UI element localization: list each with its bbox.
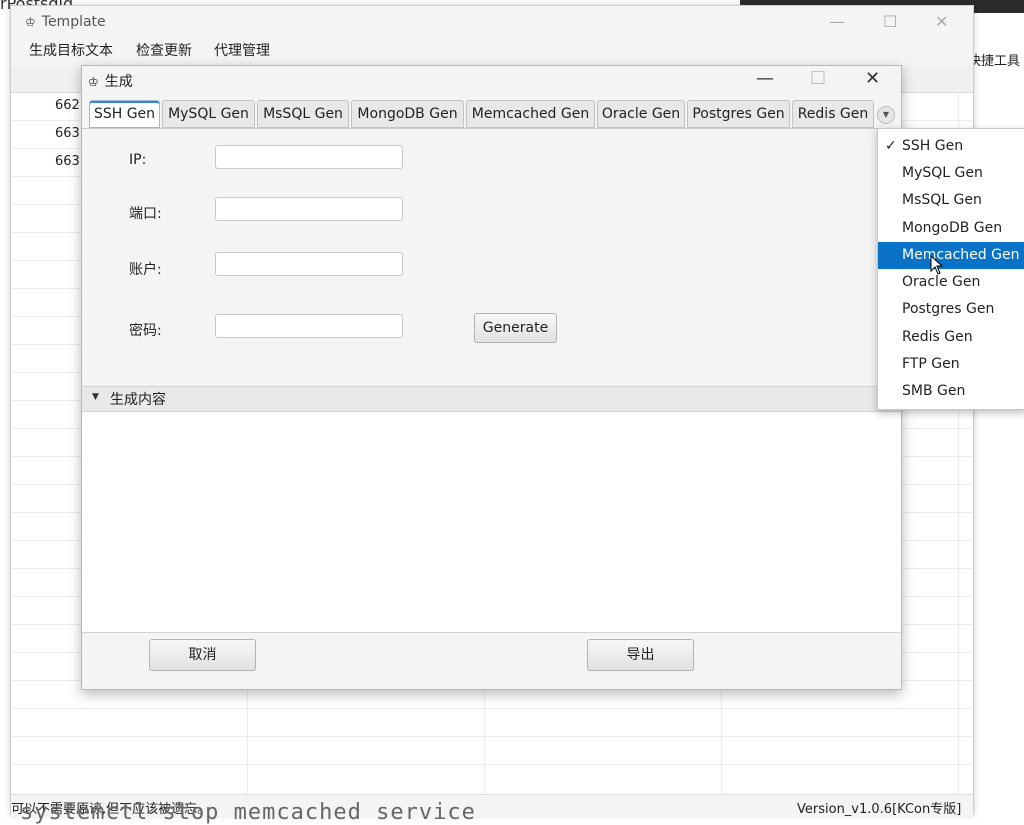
table-row-id[interactable]: 662 xyxy=(55,98,80,113)
output-textarea[interactable] xyxy=(82,412,901,633)
account-label: 账户: xyxy=(129,262,162,278)
app-icon: ♔ xyxy=(25,15,36,29)
output-section-title: 生成内容 xyxy=(110,392,166,408)
template-window-title: ♔ Template xyxy=(25,14,106,30)
dropdown-item-mysql-gen[interactable]: MySQL Gen xyxy=(878,160,1024,187)
row-divider xyxy=(11,708,973,709)
menu-generate-target-text[interactable]: 生成目标文本 xyxy=(29,40,113,60)
password-input[interactable] xyxy=(215,314,403,338)
ip-input[interactable] xyxy=(215,145,403,169)
export-button[interactable]: 导出 xyxy=(587,639,694,671)
dropdown-item-oracle-gen[interactable]: Oracle Gen xyxy=(878,269,1024,296)
generate-button[interactable]: Generate xyxy=(474,313,557,343)
dropdown-item-ftp-gen[interactable]: FTP Gen xyxy=(878,351,1024,378)
version-label: Version_v1.0.6[KCon专版] xyxy=(797,802,962,817)
menu-check-updates[interactable]: 检查更新 xyxy=(136,40,192,60)
tab-redis-gen[interactable]: Redis Gen xyxy=(792,100,874,128)
tab-mongodb-gen[interactable]: MongoDB Gen xyxy=(351,100,464,128)
dialog-title: ♔ 生成 xyxy=(88,71,133,91)
dialog-title-text: 生成 xyxy=(104,74,133,90)
tab-mysql-gen[interactable]: MySQL Gen xyxy=(162,100,255,128)
dropdown-item-memcached-gen[interactable]: Memcached Gen xyxy=(878,242,1024,269)
tab-postgres-gen[interactable]: Postgres Gen xyxy=(687,100,790,128)
table-row-id[interactable]: 663 xyxy=(55,154,80,169)
tab-mssql-gen[interactable]: MsSQL Gen xyxy=(257,100,349,128)
tab-oracle-gen[interactable]: Oracle Gen xyxy=(597,100,685,128)
tab-list-dropdown: ✓ SSH Gen MySQL Gen MsSQL Gen MongoDB Gen… xyxy=(877,128,1024,410)
ip-label: IP: xyxy=(129,152,147,168)
background-shortcut-label: 快捷工具 xyxy=(968,54,1021,69)
generate-dialog: ♔ 生成 — ☐ ✕ SSH Gen MySQL Gen MsSQL Gen Mo… xyxy=(81,65,902,690)
row-divider xyxy=(11,764,973,765)
mouse-cursor-icon xyxy=(930,255,944,275)
account-input[interactable] xyxy=(215,252,403,276)
dropdown-item-label: SSH Gen xyxy=(902,138,964,154)
password-label: 密码: xyxy=(129,323,162,339)
port-input[interactable] xyxy=(215,197,403,221)
dropdown-item-mongodb-gen[interactable]: MongoDB Gen xyxy=(878,215,1024,242)
maximize-button[interactable]: ☐ xyxy=(883,12,897,31)
minimize-button[interactable]: — xyxy=(829,12,845,31)
dropdown-item-ssh-gen[interactable]: ✓ SSH Gen xyxy=(878,133,1024,160)
chevron-down-icon: ▼ xyxy=(882,110,890,119)
dropdown-item-postgres-gen[interactable]: Postgres Gen xyxy=(878,296,1024,323)
row-divider xyxy=(11,736,973,737)
dialog-minimize-button[interactable]: — xyxy=(756,68,774,89)
template-title-text: Template xyxy=(41,14,106,30)
tab-ssh-gen[interactable]: SSH Gen xyxy=(89,100,160,128)
check-icon: ✓ xyxy=(885,138,897,154)
close-button[interactable]: ✕ xyxy=(935,12,948,31)
dropdown-item-mssql-gen[interactable]: MsSQL Gen xyxy=(878,187,1024,214)
dialog-close-button[interactable]: ✕ xyxy=(865,68,880,89)
tab-memcached-gen[interactable]: Memcached Gen xyxy=(466,100,595,128)
dropdown-item-redis-gen[interactable]: Redis Gen xyxy=(878,324,1024,351)
background-terminal-text: systemctl stop memcached service xyxy=(20,800,476,825)
output-section-header[interactable] xyxy=(82,386,901,412)
cancel-button[interactable]: 取消 xyxy=(149,639,256,671)
port-label: 端口: xyxy=(129,206,162,222)
triangle-down-icon: ▼ xyxy=(92,392,99,402)
dialog-maximize-button[interactable]: ☐ xyxy=(810,68,826,89)
tab-overflow-button[interactable]: ▼ xyxy=(877,106,895,124)
menu-proxy-management[interactable]: 代理管理 xyxy=(214,40,270,60)
dropdown-item-smb-gen[interactable]: SMB Gen xyxy=(878,378,1024,405)
table-row-id[interactable]: 663 xyxy=(55,126,80,141)
app-icon: ♔ xyxy=(88,75,99,89)
